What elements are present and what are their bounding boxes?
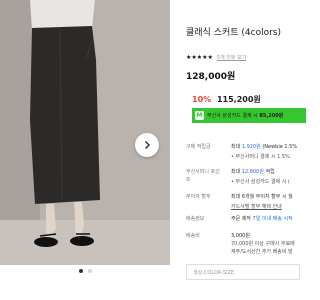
sale-price-row: 10% 115,200원 bbox=[192, 94, 261, 105]
rating-row: ★★★★★ 5개 리뷰 보기 bbox=[186, 54, 246, 61]
coupon-amount: 85,200원 bbox=[259, 113, 284, 119]
discount-percent: 10% bbox=[192, 95, 212, 104]
musinsa-points-suffix: 적립 bbox=[265, 169, 275, 175]
installment-info-link[interactable]: 카드사별 할부 혜택 안내 bbox=[231, 203, 282, 211]
pagination-dot[interactable] bbox=[87, 269, 92, 273]
product-image[interactable] bbox=[0, 0, 170, 265]
delivery-value: 주문 제작 7일 이내 배송 시작 bbox=[231, 215, 293, 223]
musinsa-points-amount: 12,800원 bbox=[241, 169, 264, 175]
coupon-desc: 무신사 삼성카드 결제 시 bbox=[207, 113, 258, 119]
rating-stars: ★★★★★ bbox=[186, 54, 213, 61]
shipping-label: 배송비 bbox=[186, 233, 200, 239]
shipping-extra-note: 제주/도서산간 추가 배송비 발 bbox=[231, 249, 293, 255]
musinsa-points-value: 최대 12,800원 적립 bbox=[231, 168, 275, 176]
delivery-label: 배송정보 bbox=[186, 216, 205, 222]
delivery-prefix: 주문 제작 bbox=[231, 216, 251, 222]
installment-label: 무이자 할부 bbox=[186, 194, 211, 200]
purchase-points-amount: 1,920원 bbox=[241, 144, 261, 150]
shipping-free-note: 70,000원 이상 구매시 무료배 bbox=[231, 241, 295, 247]
card-coupon-banner[interactable]: M 무신사 삼성카드 결제 시 85,200원 bbox=[192, 108, 306, 123]
sale-price: 115,200원 bbox=[216, 95, 261, 104]
chevron-right-icon bbox=[145, 141, 150, 149]
option-select-placeholder: 색상:COLOR-SIZE bbox=[193, 270, 235, 276]
purchase-points-suffix: (Newbie 1.5% bbox=[262, 144, 298, 150]
option-select[interactable]: 색상:COLOR-SIZE bbox=[186, 264, 300, 280]
installment-value: 최대 6개월 무이자 할부 시 월 bbox=[231, 194, 293, 200]
purchase-points-note: • 무신사머니 결제 시 1.5% bbox=[231, 154, 290, 160]
musinsa-points-prefix: 최대 bbox=[231, 169, 241, 175]
delivery-highlight: 7일 이내 배송 시작 bbox=[252, 216, 293, 222]
product-title: 클래식 스커트 (4colors) bbox=[186, 28, 282, 38]
next-image-button[interactable] bbox=[135, 133, 159, 157]
musinsa-points-label: 무신사머니 포인트 bbox=[186, 169, 220, 183]
image-pagination bbox=[0, 266, 170, 276]
purchase-points-prefix: 최대 bbox=[231, 144, 241, 150]
card-logo-icon: M bbox=[195, 111, 204, 120]
product-info-panel: 클래식 스커트 (4colors) ★★★★★ 5개 리뷰 보기 128,000… bbox=[186, 0, 300, 300]
shipping-fee: 3,000원 bbox=[231, 233, 250, 239]
pagination-dot-active[interactable] bbox=[78, 269, 83, 273]
purchase-points-label: 구매 적립금 bbox=[186, 144, 211, 150]
musinsa-points-note: • 무신사 삼성카드 결제 시 ( bbox=[231, 179, 290, 185]
original-price: 128,000원 bbox=[186, 72, 236, 82]
coupon-text: 무신사 삼성카드 결제 시 85,200원 bbox=[207, 112, 283, 119]
review-link[interactable]: 5개 리뷰 보기 bbox=[217, 54, 246, 61]
purchase-points-value: 최대 1,920원 (Newbie 1.5% bbox=[231, 143, 297, 151]
